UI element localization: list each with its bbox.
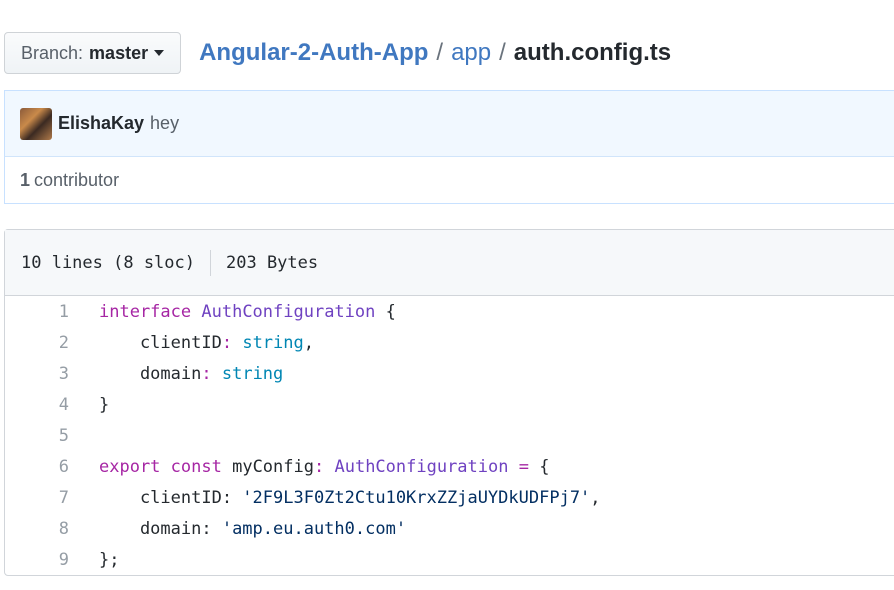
file-info-header: 10 lines (8 sloc) 203 Bytes [5,230,894,296]
contributor-label: contributor [34,169,120,190]
line-number[interactable]: 3 [5,364,69,384]
breadcrumb-separator: / [499,39,506,66]
code-token: { [375,301,396,322]
code-token: = [518,456,529,477]
contributors-bar[interactable]: 1 contributor [4,156,894,204]
breadcrumb-separator: / [436,39,444,66]
contributor-count: 1 [20,169,31,190]
code-token: export [99,456,161,477]
line-number[interactable]: 7 [5,488,69,508]
code-text: domain: string [99,364,283,384]
code-token: 'amp.eu.auth0.com' [221,518,407,539]
code-token: const [170,456,222,477]
code-token: : [313,456,325,477]
code-line: 3 domain: string [5,358,894,389]
file-info-divider [210,249,211,276]
file-navigation: Branch: master Angular-2-Auth-App / app … [4,32,671,74]
file-line-count: 10 lines (8 sloc) [21,252,195,273]
code-token: AuthConfiguration [334,456,509,477]
code-line: 2 clientID: string, [5,327,894,358]
code-blob: 1 interface AuthConfiguration {2 clientID… [5,296,894,575]
breadcrumb-folder-link[interactable]: app [451,39,491,67]
line-number[interactable]: 5 [5,426,69,446]
code-token: clientID: [99,487,243,508]
code-line: 5 [5,420,894,451]
code-token: string [242,332,304,353]
commit-author-link[interactable]: ElishaKay [58,113,144,134]
code-line: 7 clientID: '2F9L3F0Zt2Ctu10KrxZZjaUYDkU… [5,482,894,513]
code-token: } [99,394,110,415]
line-number[interactable]: 8 [5,519,69,539]
code-line: 1 interface AuthConfiguration { [5,296,894,327]
code-token: interface [99,301,192,322]
line-number[interactable]: 4 [5,395,69,415]
commit-tease: ElishaKay hey [4,90,894,156]
code-token: string [221,363,284,384]
breadcrumb-repo-link[interactable]: Angular-2-Auth-App [199,39,428,67]
breadcrumb-file-name: auth.config.ts [513,39,672,66]
code-line: 4} [5,389,894,420]
file-viewer: 10 lines (8 sloc) 203 Bytes 1 interface A… [4,229,894,576]
code-token: , [590,487,601,508]
code-text: interface AuthConfiguration { [99,302,396,322]
code-token: AuthConfiguration [201,301,376,322]
breadcrumb: Angular-2-Auth-App / app / auth.config.t… [199,39,671,67]
chevron-down-icon [154,50,165,56]
avatar[interactable] [20,107,52,140]
code-text: clientID: '2F9L3F0Zt2Ctu10KrxZZjaUYDkUDF… [99,488,601,508]
code-token: clientID [99,332,222,353]
branch-prefix-label: Branch: [21,42,84,63]
code-text: clientID: string, [99,333,314,353]
code-line: 9}; [5,544,894,575]
branch-select-button[interactable]: Branch: master [4,32,182,74]
code-token: , [303,332,314,353]
line-number[interactable]: 9 [5,550,69,570]
code-line: 8 domain: 'amp.eu.auth0.com' [5,513,894,544]
line-number[interactable]: 6 [5,457,69,477]
code-text: export const myConfig: AuthConfiguration… [99,457,549,477]
code-token: : [201,363,212,384]
code-token: domain: [99,518,222,539]
file-size: 203 Bytes [226,252,319,273]
code-token: '2F9L3F0Zt2Ctu10KrxZZjaUYDkUDFPj7' [242,487,591,508]
code-token: domain [99,363,202,384]
code-token: myConfig [221,456,314,477]
code-text: domain: 'amp.eu.auth0.com' [99,519,406,539]
code-token: { [528,456,550,477]
code-token: : [221,332,233,353]
code-token: }; [99,549,120,570]
line-number[interactable]: 2 [5,333,69,353]
code-line: 6 export const myConfig: AuthConfiguratio… [5,451,894,482]
code-text: } [99,395,109,415]
line-number[interactable]: 1 [5,302,69,322]
branch-name: master [89,42,149,63]
commit-message-link[interactable]: hey [150,113,179,134]
code-text: }; [99,550,119,570]
